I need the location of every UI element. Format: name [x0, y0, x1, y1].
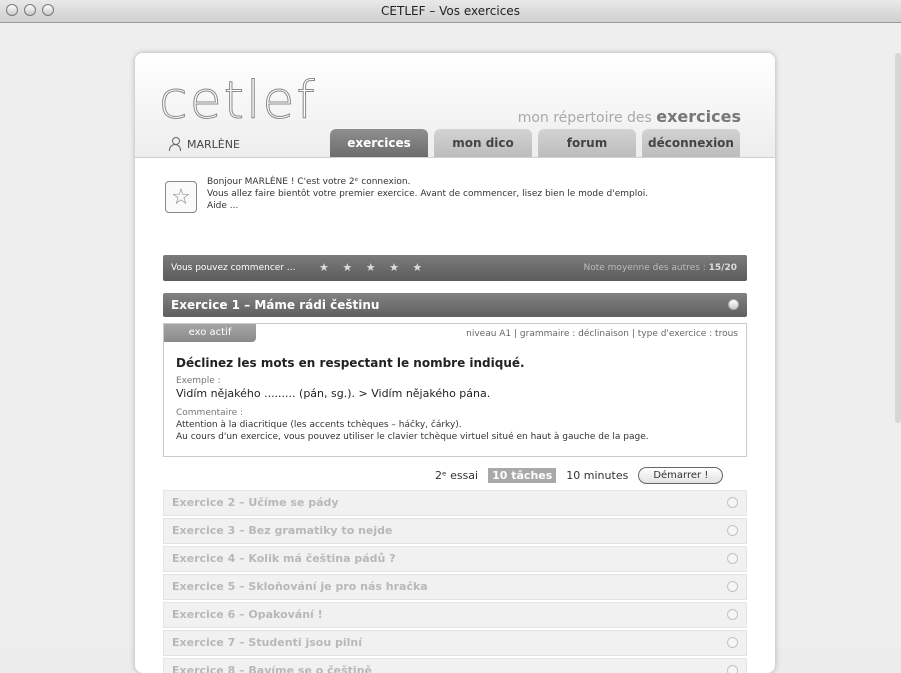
exercise-title: Exercice 4 – Kolik má čeština pádů ?: [172, 552, 396, 565]
tab-forum[interactable]: forum: [538, 129, 636, 157]
greeting-text: Bonjour MARLÈNE ! C'est votre 2ᵉ connexi…: [207, 176, 648, 212]
start-button[interactable]: Démarrer !: [638, 466, 724, 484]
rating-bar-text: Vous pouvez commencer ...: [171, 263, 296, 273]
window-titlebar: CETLEF – Vos exercices: [0, 0, 901, 23]
exercise-row-active[interactable]: Exercice 1 – Máme rádi češtinu: [163, 293, 747, 317]
average-rating-label: Note moyenne des autres :: [583, 263, 706, 273]
scrollbar[interactable]: [895, 53, 901, 423]
exercise-title: Exercice 7 – Studenti jsou pilní: [172, 636, 362, 649]
exercise-list: Exercice 2 – Učíme se pády Exercice 3 – …: [163, 490, 747, 673]
exercise-title: Exercice 1 – Máme rádi češtinu: [171, 298, 380, 312]
attempt-count: 2ᵉ essai: [435, 468, 479, 482]
tab-deconnexion[interactable]: déconnexion: [642, 129, 740, 157]
status-circle-icon: [727, 525, 738, 536]
rating-bar: Vous pouvez commencer ... ★ ★ ★ ★ ★ Note…: [163, 255, 747, 281]
exercise-row[interactable]: Exercice 2 – Učíme se pády: [163, 490, 747, 516]
comment-line-1: Attention à la diacritique (les accents …: [176, 420, 462, 430]
user-name: MARLÈNE: [187, 137, 240, 151]
tab-mon-dico[interactable]: mon dico: [434, 129, 532, 157]
status-circle-icon: [727, 637, 738, 648]
exercise-row[interactable]: Exercice 6 – Opakování !: [163, 602, 747, 628]
exercise-instruction: Déclinez les mots en respectant le nombr…: [176, 356, 525, 370]
exercise-launch: 2ᵉ essai 10 tâches 10 minutes Démarrer !: [435, 465, 749, 485]
status-circle-icon: [727, 497, 738, 508]
average-rating-value: 15/20: [708, 263, 737, 273]
exercise-title: Exercice 8 – Bavíme se o češtině: [172, 664, 372, 673]
status-circle-icon: [727, 581, 738, 592]
exercise-title: Exercice 2 – Učíme se pády: [172, 496, 339, 509]
tab-exercices[interactable]: exercices: [330, 129, 428, 157]
site-tagline: mon répertoire des exercices: [518, 107, 741, 126]
greeting-line-2: Vous allez faire bientôt votre premier e…: [207, 189, 649, 199]
user-indicator: MARLÈNE: [169, 137, 240, 151]
task-count: 10 tâches: [488, 467, 557, 483]
help-link[interactable]: Aide ...: [207, 200, 648, 212]
user-icon: [169, 137, 181, 151]
tagline-prefix: mon répertoire des: [517, 110, 652, 126]
star-icon: ☆: [165, 181, 197, 213]
greeting-box: ☆ Bonjour MARLÈNE ! C'est votre 2ᵉ conne…: [165, 176, 745, 228]
tagline-strong: exercices: [656, 107, 741, 126]
status-circle-icon: [728, 299, 739, 310]
exercise-meta: niveau A1 | grammaire : déclinaison | ty…: [466, 329, 738, 339]
rating-stars[interactable]: ★ ★ ★ ★ ★: [319, 261, 427, 274]
exercise-title: Exercice 5 – Skloňování je pro nás hračk…: [172, 580, 428, 593]
main-nav: exercices mon dico forum déconnexion: [330, 129, 740, 157]
comment-line-2: Au cours d'un exercice, vous pouvez util…: [176, 432, 649, 442]
exercise-title: Exercice 3 – Bez gramatiky to nejde: [172, 524, 393, 537]
duration: 10 minutes: [566, 468, 629, 482]
exercise-row[interactable]: Exercice 7 – Studenti jsou pilní: [163, 630, 747, 656]
exercise-title: Exercice 6 – Opakování !: [172, 608, 323, 621]
example-label: Exemple :: [176, 376, 221, 386]
status-circle-icon: [727, 609, 738, 620]
status-circle-icon: [727, 665, 738, 673]
exercise-detail: exo actif niveau A1 | grammaire : déclin…: [163, 323, 747, 457]
page-card: cetlef mon répertoire des exercices MARL…: [135, 53, 775, 673]
exercise-row[interactable]: Exercice 5 – Skloňování je pro nás hračk…: [163, 574, 747, 600]
active-badge: exo actif: [164, 324, 256, 342]
site-header: cetlef mon répertoire des exercices MARL…: [135, 53, 775, 158]
exercise-row[interactable]: Exercice 3 – Bez gramatiky to nejde: [163, 518, 747, 544]
site-logo[interactable]: cetlef: [159, 71, 317, 132]
exercise-row[interactable]: Exercice 8 – Bavíme se o češtině: [163, 658, 747, 673]
browser-viewport: cetlef mon répertoire des exercices MARL…: [0, 23, 901, 673]
greeting-line-1: Bonjour MARLÈNE ! C'est votre 2ᵉ connexi…: [207, 177, 411, 187]
example-value: Vidím nějakého ......... (pán, sg.). > V…: [176, 387, 491, 400]
comment-label: Commentaire :: [176, 408, 244, 418]
average-rating: Note moyenne des autres : 15/20: [584, 263, 738, 273]
status-circle-icon: [727, 553, 738, 564]
window-title: CETLEF – Vos exercices: [381, 4, 520, 18]
exercise-row[interactable]: Exercice 4 – Kolik má čeština pádů ?: [163, 546, 747, 572]
